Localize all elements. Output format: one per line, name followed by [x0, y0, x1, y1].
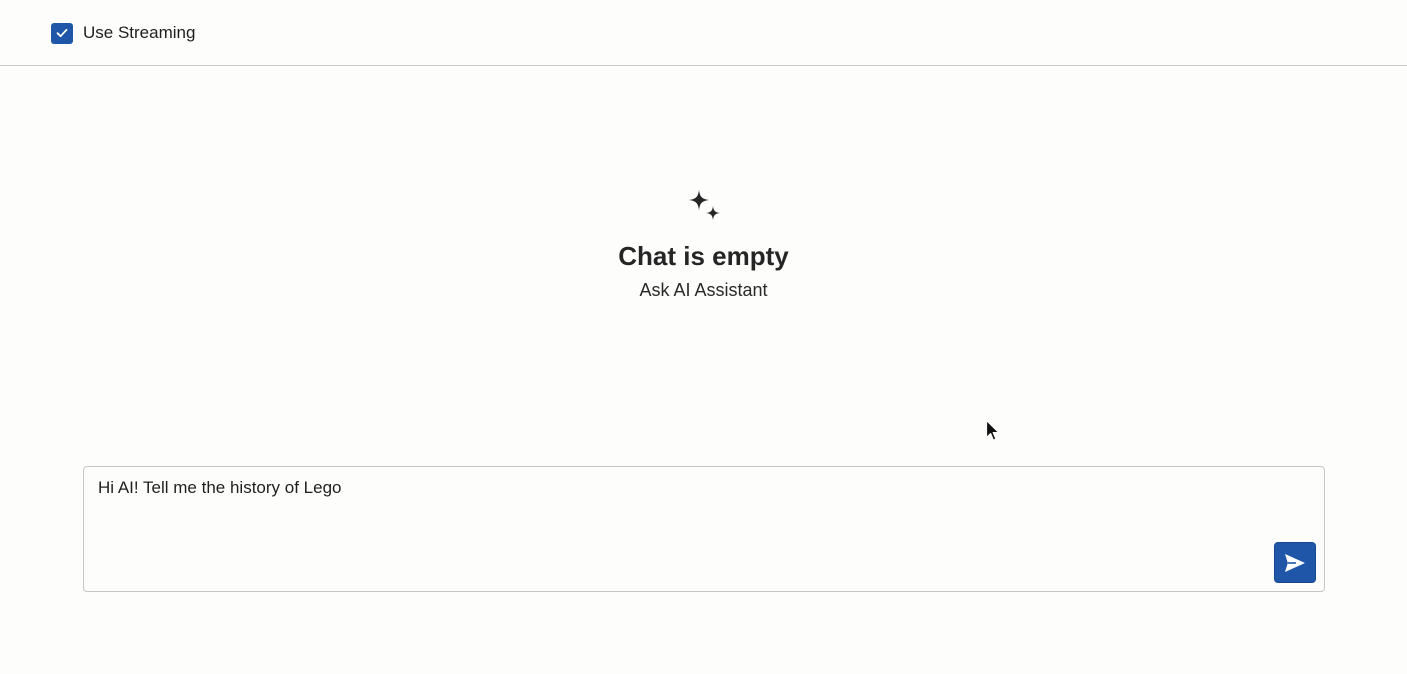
chat-page: Use Streaming Chat is empty Ask AI Assis… — [0, 0, 1407, 674]
empty-chat-subtitle: Ask AI Assistant — [639, 280, 768, 300]
empty-chat-title: Chat is empty — [618, 241, 789, 271]
use-streaming-toggle[interactable]: Use Streaming — [51, 22, 195, 44]
mouse-cursor-icon — [985, 419, 1001, 443]
empty-chat-state: Chat is empty Ask AI Assistant — [0, 188, 1407, 301]
check-icon — [56, 28, 68, 38]
sparkle-icon — [684, 188, 724, 228]
send-icon — [1285, 553, 1305, 572]
toolbar: Use Streaming — [0, 0, 1407, 66]
send-button[interactable] — [1274, 542, 1316, 583]
message-input[interactable]: Hi AI! Tell me the history of Lego — [84, 467, 1264, 591]
use-streaming-checkbox[interactable] — [51, 22, 73, 44]
message-composer: Hi AI! Tell me the history of Lego — [83, 466, 1325, 592]
use-streaming-label: Use Streaming — [83, 23, 196, 42]
